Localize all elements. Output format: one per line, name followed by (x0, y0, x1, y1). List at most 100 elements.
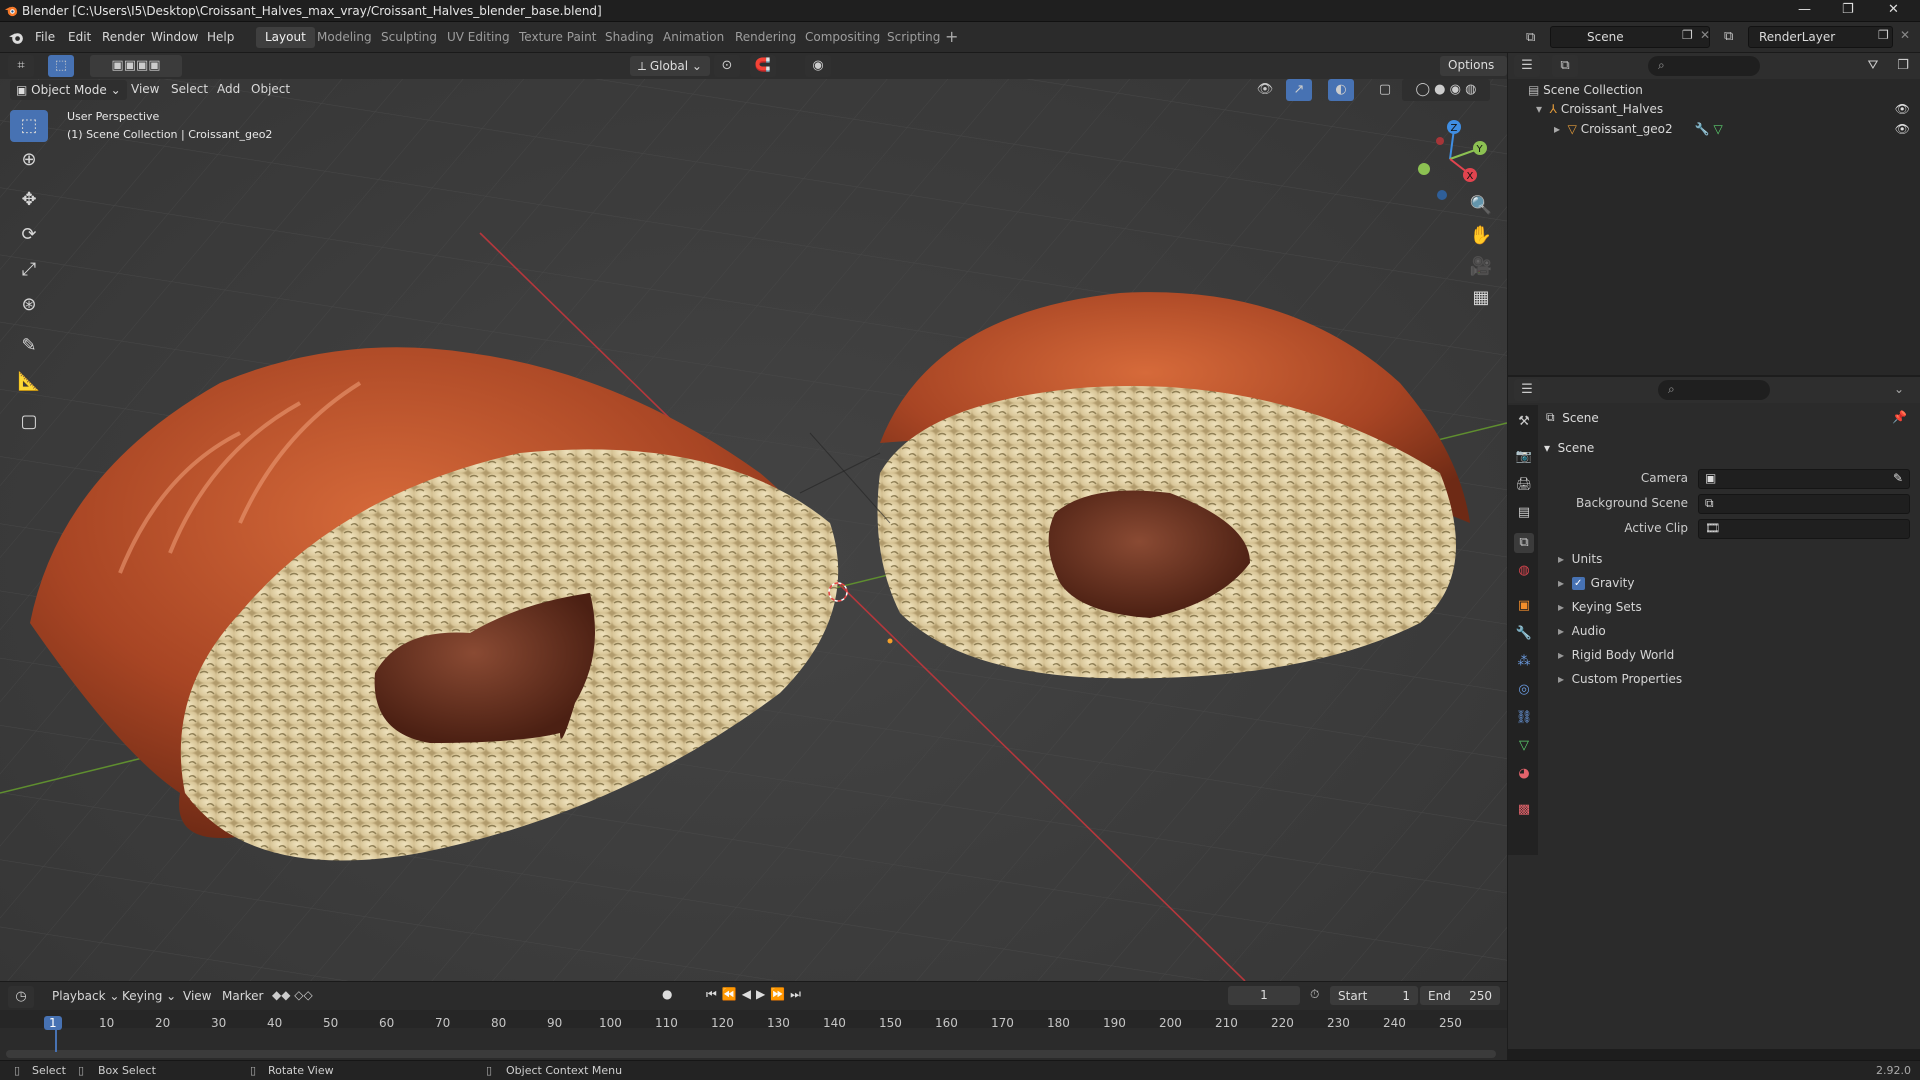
pan-hand-icon[interactable]: ✋ (1466, 220, 1496, 252)
tab-compositing[interactable]: Compositing (796, 27, 889, 48)
tab-shading[interactable]: Shading (596, 27, 663, 48)
gizmo-toggle-icon[interactable]: ↗ (1286, 79, 1312, 101)
transform-orientation-dropdown[interactable]: ⟂ Global ⌄ (630, 56, 710, 76)
camera-view-icon[interactable]: 🎥 (1466, 251, 1496, 283)
viewport-menu-select[interactable]: Select (171, 82, 208, 96)
keyframe-icons[interactable]: ◆◆ ◇◇ (272, 988, 313, 1002)
properties-editor-type-icon[interactable]: ☰ (1514, 379, 1540, 401)
tool-scale-icon[interactable]: ⤢ (10, 254, 48, 286)
modifier-tab-icon[interactable]: 🔧 (1514, 624, 1534, 644)
timeline-scrollbar[interactable] (6, 1050, 1496, 1058)
scene-selector-icon[interactable]: ⧉ (1526, 30, 1535, 45)
playback-controls-icons[interactable]: ⏮⏪◀▶⏩⏭ (706, 987, 806, 1002)
snap-icon[interactable]: 🧲 (750, 55, 776, 77)
tool-rotate-icon[interactable]: ⟳ (10, 219, 48, 251)
section-audio[interactable]: ▸ Audio (1558, 624, 1606, 638)
section-rigid-body-world[interactable]: ▸ Rigid Body World (1558, 648, 1674, 662)
display-mode-icon[interactable]: ⧉ (1552, 55, 1578, 77)
section-keying-sets[interactable]: ▸ Keying Sets (1558, 600, 1642, 614)
chevron-down-icon[interactable]: ⌄ (1894, 382, 1904, 396)
timeline-menu-keying[interactable]: Keying ⌄ (122, 989, 176, 1003)
start-frame-field[interactable]: Start 1 (1330, 986, 1418, 1005)
outliner-item-croissant-geo2[interactable]: ▸ ▽ Croissant_geo2 🔧 ▽ 👁 (1554, 120, 1920, 138)
3d-viewport[interactable]: Z Y X (0, 53, 1507, 981)
menu-window[interactable]: Window (151, 30, 198, 44)
renderlayer-field[interactable]: RenderLayer (1748, 26, 1893, 48)
minimize-button[interactable]: — (1798, 2, 1811, 17)
constraints-tab-icon[interactable]: ⛓ (1514, 708, 1534, 728)
scene-panel-header[interactable]: ▾ Scene (1544, 441, 1910, 455)
tool-add-cube-icon[interactable]: ▢ (10, 406, 48, 438)
delete-scene-icon[interactable]: ✕ (1700, 28, 1710, 42)
tab-animation[interactable]: Animation (654, 27, 733, 48)
timeline-menu-view[interactable]: View (183, 989, 211, 1003)
renderlayer-selector-icon[interactable]: ⧉ (1724, 29, 1733, 44)
outliner-item-croissant-halves[interactable]: ▾ ⅄ Croissant_Halves 👁 (1536, 100, 1920, 118)
timeline-menu-playback[interactable]: Playback ⌄ (52, 989, 119, 1003)
current-frame-field[interactable]: 1 (1228, 986, 1300, 1005)
tool-transform-icon[interactable]: ⊛ (10, 289, 48, 321)
background-scene-field[interactable]: ⧉ (1698, 494, 1910, 514)
tool-measure-icon[interactable]: 📐 (10, 366, 48, 398)
tab-rendering[interactable]: Rendering (726, 27, 805, 48)
visibility-icon[interactable]: 👁 (1252, 79, 1278, 101)
tool-tab-icon[interactable]: ⚒ (1514, 412, 1534, 432)
record-icon[interactable]: ● (662, 987, 672, 1001)
output-tab-icon[interactable]: 🖨 (1514, 475, 1534, 495)
menu-file[interactable]: File (35, 30, 55, 44)
camera-field[interactable]: ▣ ✎ (1698, 469, 1910, 489)
material-tab-icon[interactable]: ◕ (1514, 764, 1534, 784)
tab-texture-paint[interactable]: Texture Paint (510, 27, 605, 48)
eye-icon[interactable]: 👁 (1895, 102, 1910, 116)
pin-icon[interactable]: 📌 (1892, 410, 1907, 424)
preview-range-icon[interactable]: ⏱ (1310, 987, 1319, 1002)
perspective-toggle-icon[interactable]: ▦ (1466, 282, 1496, 314)
scene-tab-icon[interactable]: ⧉ (1514, 533, 1534, 553)
menu-edit[interactable]: Edit (68, 30, 91, 44)
tab-sculpting[interactable]: Sculpting (372, 27, 446, 48)
menu-help[interactable]: Help (207, 30, 234, 44)
outliner-search-input[interactable]: ⌕ (1648, 56, 1760, 76)
tab-layout[interactable]: Layout (256, 27, 315, 48)
viewport-menu-add[interactable]: Add (217, 82, 240, 96)
blender-menu-icon[interactable] (8, 29, 25, 46)
timeline-editor-type-icon[interactable]: ◷ (8, 986, 34, 1008)
mesh-data-icon[interactable]: ▽ (1714, 122, 1723, 136)
shading-mode-icons[interactable]: ◯ ● ◉ ◍ (1402, 79, 1490, 101)
tool-move-icon[interactable]: ✥ (10, 184, 48, 216)
texture-tab-icon[interactable]: ▩ (1514, 800, 1534, 820)
timeline-menu-marker[interactable]: Marker (222, 989, 263, 1003)
section-units[interactable]: ▸ Units (1558, 552, 1602, 566)
add-workspace-icon[interactable]: + (945, 27, 958, 46)
options-dropdown[interactable]: Options ⌄ (1440, 56, 1507, 86)
xray-toggle-icon[interactable]: ▢ (1372, 79, 1398, 101)
properties-search-input[interactable]: ⌕ (1658, 380, 1770, 400)
viewport-menu-object[interactable]: Object (251, 82, 290, 96)
section-custom-properties[interactable]: ▸ Custom Properties (1558, 672, 1682, 686)
new-collection-icon[interactable]: ❐ (1890, 55, 1916, 77)
tool-cursor-icon[interactable]: ⊕ (10, 144, 48, 176)
menu-render[interactable]: Render (102, 30, 145, 44)
zoom-icon[interactable]: 🔍 (1466, 190, 1496, 222)
modifier-wrench-icon[interactable]: 🔧 (1695, 122, 1710, 136)
selection-mode-icons[interactable]: ▣▣▣▣ (90, 55, 182, 77)
active-clip-field[interactable]: 🎞 (1698, 519, 1910, 539)
delete-renderlayer-icon[interactable]: ✕ (1900, 28, 1910, 42)
data-tab-icon[interactable]: ▽ (1514, 736, 1534, 756)
section-gravity[interactable]: ▸ ✓ Gravity (1558, 576, 1634, 590)
playhead-frame[interactable]: 1 (44, 1016, 62, 1030)
gravity-checkbox[interactable]: ✓ (1571, 576, 1585, 590)
world-tab-icon[interactable]: ◍ (1514, 561, 1534, 581)
new-renderlayer-icon[interactable]: ❐ (1878, 28, 1889, 42)
select-tool-icon[interactable]: ⬚ (48, 55, 74, 77)
close-button[interactable]: ✕ (1888, 2, 1899, 17)
end-frame-field[interactable]: End 250 (1420, 986, 1500, 1005)
mode-dropdown[interactable]: ▣ Object Mode ⌄ (10, 80, 127, 100)
editor-type-icon[interactable]: ⌗ (8, 55, 34, 77)
maximize-button[interactable]: ❐ (1842, 2, 1854, 17)
outliner-editor-type-icon[interactable]: ☰ (1514, 55, 1540, 77)
physics-tab-icon[interactable]: ◎ (1514, 680, 1534, 700)
tab-uv-editing[interactable]: UV Editing (438, 27, 519, 48)
tab-scripting[interactable]: Scripting (878, 27, 949, 48)
viewport-menu-view[interactable]: View (131, 82, 159, 96)
